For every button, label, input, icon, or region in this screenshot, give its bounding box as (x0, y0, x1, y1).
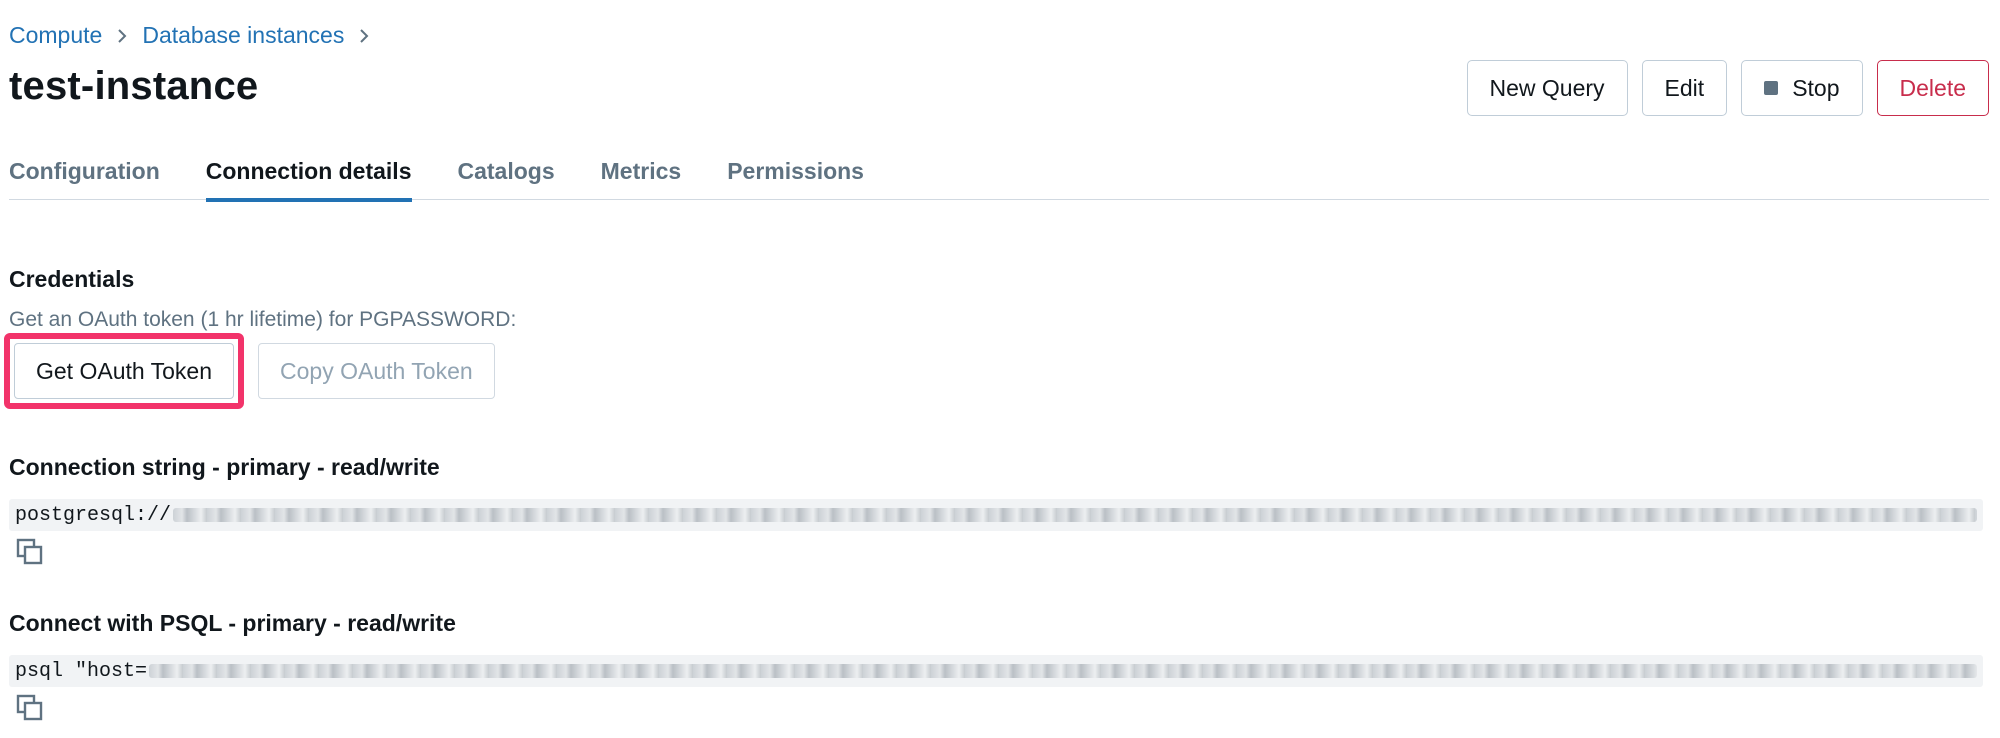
highlight-box: Get OAuth Token (4, 333, 245, 409)
breadcrumb-database-instances[interactable]: Database instances (142, 22, 344, 49)
stop-button-label: Stop (1792, 74, 1840, 101)
psql-command-field[interactable]: psql "host= (9, 655, 1983, 687)
credentials-heading: Credentials (9, 266, 135, 292)
redacted-value (149, 664, 1977, 678)
tab-metrics[interactable]: Metrics (601, 158, 682, 200)
tab-permissions[interactable]: Permissions (727, 158, 864, 200)
page-title: test-instance (9, 64, 259, 108)
connection-string-prefix: postgresql:// (15, 503, 172, 527)
edit-button[interactable]: Edit (1641, 60, 1728, 116)
redacted-value (173, 508, 1977, 522)
breadcrumb-compute[interactable]: Compute (9, 22, 102, 49)
breadcrumb: Compute Database instances (9, 22, 384, 49)
copy-oauth-token-button[interactable]: Copy OAuth Token (258, 343, 495, 399)
stop-icon (1764, 81, 1779, 95)
psql-heading: Connect with PSQL - primary - read/write (9, 610, 456, 636)
tab-catalogs[interactable]: Catalogs (458, 158, 555, 200)
get-oauth-token-button[interactable]: Get OAuth Token (14, 343, 235, 399)
new-query-button[interactable]: New Query (1466, 60, 1628, 116)
stop-button[interactable]: Stop (1741, 60, 1863, 116)
psql-command-prefix: psql "host= (15, 659, 148, 683)
tab-configuration[interactable]: Configuration (9, 158, 160, 200)
copy-icon[interactable] (16, 694, 44, 722)
chevron-right-icon (358, 28, 370, 44)
delete-button[interactable]: Delete (1876, 60, 1989, 116)
header-actions: New Query Edit Stop Delete (1466, 60, 1989, 116)
connection-string-heading: Connection string - primary - read/write (9, 454, 440, 480)
tab-connection-details[interactable]: Connection details (205, 158, 412, 202)
connection-string-field[interactable]: postgresql:// (9, 499, 1983, 531)
credentials-hint: Get an OAuth token (1 hr lifetime) for P… (9, 308, 517, 331)
copy-icon[interactable] (16, 538, 44, 566)
tab-bar: Configuration Connection details Catalog… (9, 158, 1989, 202)
chevron-right-icon (116, 28, 128, 44)
oauth-buttons: Get OAuth Token Copy OAuth Token (4, 333, 495, 409)
